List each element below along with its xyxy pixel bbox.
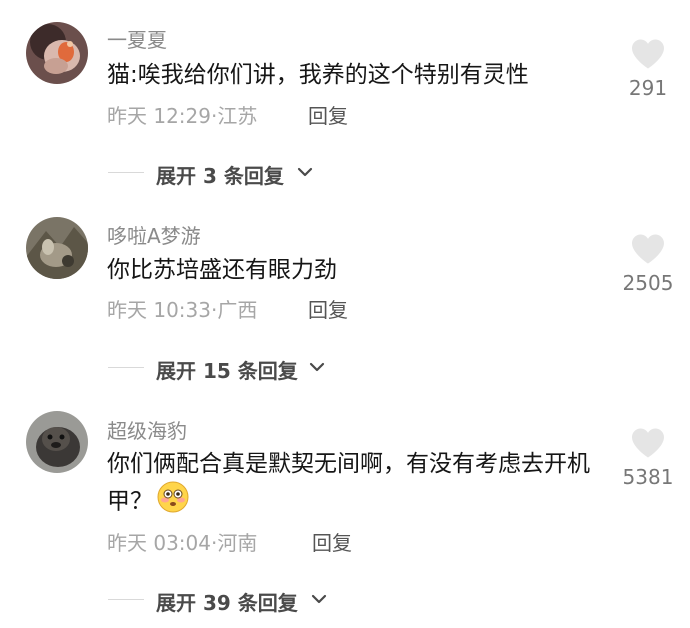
comment-time: 昨天 10:33 xyxy=(107,298,211,322)
chevron-down-icon xyxy=(309,362,325,372)
expand-replies-label: 展开 39 条回复 xyxy=(156,591,298,615)
heart-icon xyxy=(632,234,664,264)
divider-line xyxy=(108,367,144,368)
comment-location: 广西 xyxy=(217,298,258,322)
comment-time: 昨天 03:04 xyxy=(107,531,211,555)
comment-location: 河南 xyxy=(217,531,258,555)
like-count: 291 xyxy=(628,76,668,100)
reply-button[interactable]: 回复 xyxy=(308,100,348,129)
avatar-image xyxy=(26,217,88,279)
flushed-face-emoji xyxy=(157,481,189,523)
comment-time: 昨天 12:29 xyxy=(107,104,211,128)
like-button[interactable]: 5381 xyxy=(613,427,683,489)
like-button[interactable]: 291 xyxy=(613,38,683,100)
comment-text: 你比苏培盛还有眼力劲 xyxy=(107,257,337,283)
chevron-down-icon xyxy=(297,167,313,177)
reply-button[interactable]: 回复 xyxy=(312,527,352,556)
username[interactable]: 一夏夏 xyxy=(107,24,167,53)
comment-meta: 昨天 12:29·江苏 xyxy=(107,100,257,129)
comment-meta: 昨天 10:33·广西 xyxy=(107,294,257,323)
avatar-image xyxy=(26,22,88,84)
like-button[interactable]: 2505 xyxy=(613,233,683,295)
expand-replies-label: 展开 3 条回复 xyxy=(156,164,284,188)
expand-replies-label: 展开 15 条回复 xyxy=(156,359,298,383)
avatar[interactable] xyxy=(26,411,88,473)
expand-replies-button[interactable]: 展开 3 条回复 xyxy=(108,160,338,188)
comment-text: 你们俩配合真是默契无间啊，有没有考虑去开机甲？ xyxy=(107,447,597,523)
comment-meta: 昨天 03:04·河南 xyxy=(107,527,257,556)
heart-icon xyxy=(632,428,664,458)
avatar[interactable] xyxy=(26,22,88,84)
divider-line xyxy=(108,599,144,600)
divider-line xyxy=(108,172,144,173)
reply-button[interactable]: 回复 xyxy=(308,294,348,323)
like-count: 2505 xyxy=(622,271,674,295)
avatar-image xyxy=(26,411,88,473)
avatar[interactable] xyxy=(26,217,88,279)
expand-replies-button[interactable]: 展开 39 条回复 xyxy=(108,587,348,615)
like-count: 5381 xyxy=(622,465,674,489)
heart-icon xyxy=(632,39,664,69)
comment-location: 江苏 xyxy=(217,104,258,128)
expand-replies-button[interactable]: 展开 15 条回复 xyxy=(108,355,348,383)
username[interactable]: 哆啦A梦游 xyxy=(107,220,201,249)
comment-text: 猫:唉我给你们讲，我养的这个特别有灵性 xyxy=(107,62,529,88)
username[interactable]: 超级海豹 xyxy=(107,415,187,444)
chevron-down-icon xyxy=(311,594,327,604)
